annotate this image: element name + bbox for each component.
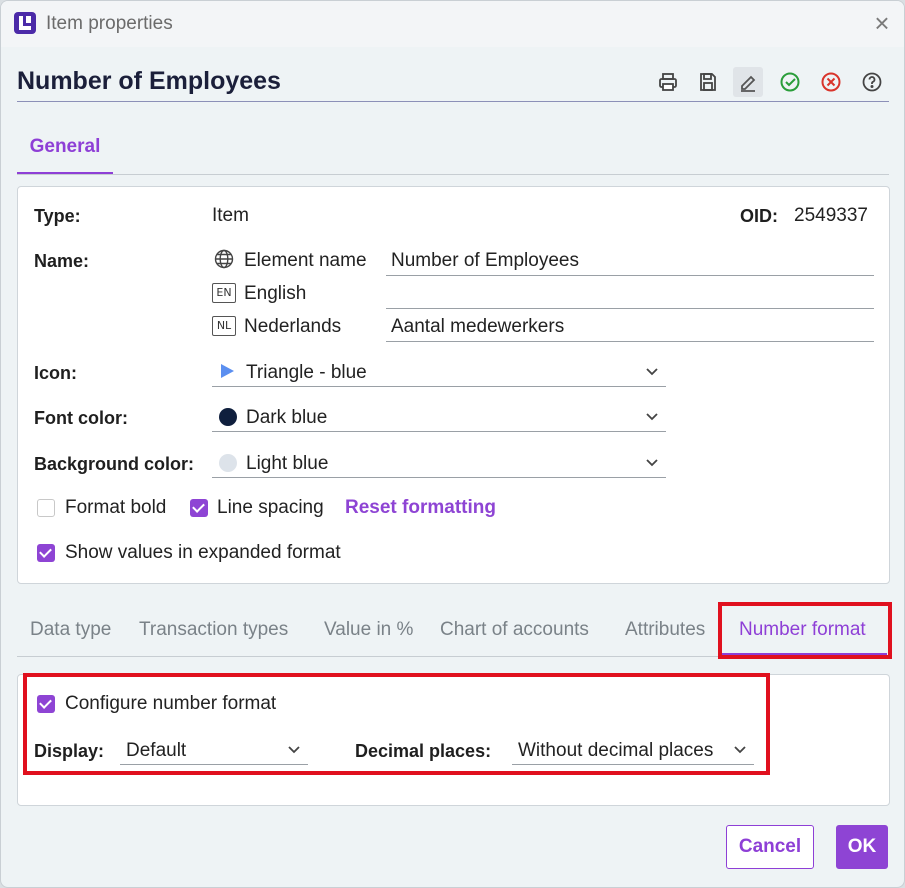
cancel-icon[interactable] bbox=[816, 67, 846, 97]
type-label: Type: bbox=[34, 206, 81, 226]
header-divider bbox=[17, 101, 889, 102]
edit-icon[interactable] bbox=[733, 67, 763, 97]
app-logo-icon bbox=[14, 12, 36, 34]
english-field[interactable] bbox=[386, 308, 874, 309]
cancel-button[interactable]: Cancel bbox=[726, 825, 814, 869]
chevron-down-icon bbox=[646, 459, 658, 467]
tab-value-in-percent[interactable]: Value in % bbox=[324, 619, 413, 641]
dark-blue-swatch-icon bbox=[219, 408, 237, 426]
tab-chart-of-accounts[interactable]: Chart of accounts bbox=[440, 619, 589, 641]
tab-data-type[interactable]: Data type bbox=[30, 619, 111, 641]
confirm-icon[interactable] bbox=[775, 67, 805, 97]
oid-label: OID: bbox=[740, 206, 778, 226]
general-panel: Type: Item OID: 2549337 Name: Element na… bbox=[17, 186, 890, 584]
light-blue-swatch-icon bbox=[219, 454, 237, 472]
line-spacing-label: Line spacing bbox=[217, 497, 324, 518]
highlight-box-format bbox=[23, 673, 770, 775]
title-bar: Item properties × bbox=[1, 1, 904, 47]
background-color-select[interactable]: Light blue bbox=[212, 446, 666, 478]
nederlands-field[interactable] bbox=[386, 341, 874, 342]
reset-formatting-link[interactable]: Reset formatting bbox=[345, 497, 496, 519]
window-title: Item properties bbox=[46, 13, 173, 34]
tab-transaction-types[interactable]: Transaction types bbox=[139, 619, 288, 641]
name-label: Name: bbox=[34, 251, 90, 271]
tab-attributes[interactable]: Attributes bbox=[625, 619, 705, 641]
nederlands-language: Nederlands bbox=[244, 316, 342, 337]
element-name-field[interactable] bbox=[386, 275, 874, 276]
chevron-down-icon bbox=[646, 413, 658, 421]
nl-language-icon: NL bbox=[212, 316, 236, 336]
font-color-label: Font color: bbox=[34, 408, 128, 428]
ok-button[interactable]: OK bbox=[836, 825, 888, 869]
expanded-format-label: Show values in expanded format bbox=[65, 542, 341, 563]
tab-divider bbox=[17, 174, 889, 175]
highlight-box-tab bbox=[718, 602, 892, 659]
expanded-format-checkbox[interactable] bbox=[37, 544, 55, 562]
item-properties-dialog: Item properties × Number of Employees Ge… bbox=[0, 0, 905, 888]
icon-label: Icon: bbox=[34, 363, 77, 383]
print-icon[interactable] bbox=[653, 67, 683, 97]
en-language-icon: EN bbox=[212, 283, 236, 303]
element-name-language: Element name bbox=[244, 250, 367, 271]
icon-select[interactable]: Triangle - blue bbox=[212, 355, 666, 387]
background-color-value: Light blue bbox=[246, 453, 329, 474]
oid-value: 2549337 bbox=[794, 205, 868, 226]
close-icon[interactable]: × bbox=[869, 10, 895, 36]
icon-select-value: Triangle - blue bbox=[246, 362, 367, 383]
font-color-select[interactable]: Dark blue bbox=[212, 400, 666, 432]
triangle-blue-icon bbox=[221, 364, 234, 378]
format-bold-label: Format bold bbox=[65, 497, 167, 518]
format-bold-checkbox[interactable] bbox=[37, 499, 55, 517]
chevron-down-icon bbox=[646, 368, 658, 376]
line-spacing-checkbox[interactable] bbox=[190, 499, 208, 517]
nederlands-value[interactable]: Aantal medewerkers bbox=[391, 316, 564, 338]
globe-icon bbox=[214, 249, 234, 269]
english-language: English bbox=[244, 283, 307, 304]
page-title: Number of Employees bbox=[17, 67, 281, 95]
tab-general[interactable]: General bbox=[17, 135, 113, 175]
type-value: Item bbox=[212, 205, 249, 226]
font-color-value: Dark blue bbox=[246, 407, 328, 428]
help-icon[interactable] bbox=[857, 67, 887, 97]
save-icon[interactable] bbox=[693, 67, 723, 97]
element-name-value[interactable]: Number of Employees bbox=[391, 250, 579, 272]
background-color-label: Background color: bbox=[34, 454, 195, 474]
